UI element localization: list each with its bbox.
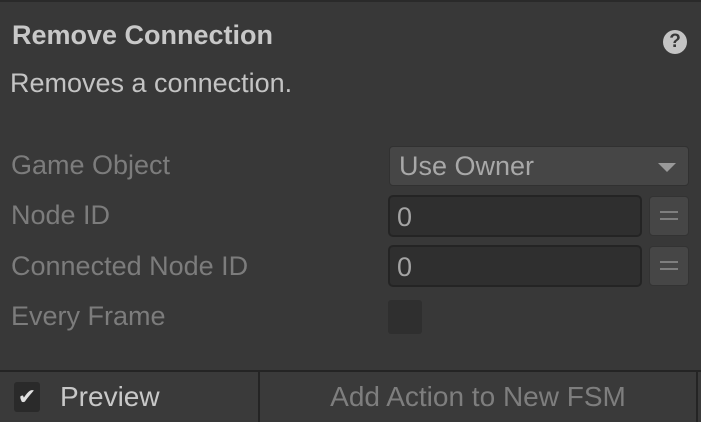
game-object-label: Game Object — [11, 150, 171, 180]
equals-icon — [660, 211, 678, 213]
equals-icon-line — [660, 218, 678, 220]
node-id-input[interactable]: 0 — [388, 195, 642, 237]
node-id-value: 0 — [397, 202, 413, 232]
connected-node-id-variable-toggle[interactable] — [649, 246, 689, 286]
footer-right-divider — [696, 372, 698, 422]
node-id-label: Node ID — [11, 200, 111, 230]
every-frame-checkbox[interactable] — [388, 300, 422, 334]
every-frame-label: Every Frame — [11, 301, 166, 331]
action-title: Remove Connection — [12, 20, 274, 50]
help-icon[interactable]: ? — [663, 30, 687, 54]
preview-label[interactable]: Preview — [60, 381, 160, 413]
preview-checkbox[interactable]: ✔ — [14, 382, 40, 412]
node-id-variable-toggle[interactable] — [649, 196, 689, 236]
connected-node-id-input[interactable]: 0 — [388, 245, 642, 287]
connected-node-id-label: Connected Node ID — [11, 251, 249, 281]
action-description: Removes a connection. — [10, 68, 293, 98]
equals-icon — [660, 261, 678, 263]
footer-bar: ✔ Preview Add Action to New FSM — [0, 370, 701, 422]
game-object-value: Use Owner — [399, 151, 535, 181]
add-action-to-new-fsm-button[interactable]: Add Action to New FSM — [260, 372, 696, 420]
game-object-dropdown[interactable]: Use Owner — [389, 146, 689, 186]
top-divider — [0, 0, 701, 2]
connected-node-id-value: 0 — [397, 252, 413, 282]
chevron-down-icon — [658, 163, 676, 172]
equals-icon-line — [660, 268, 678, 270]
